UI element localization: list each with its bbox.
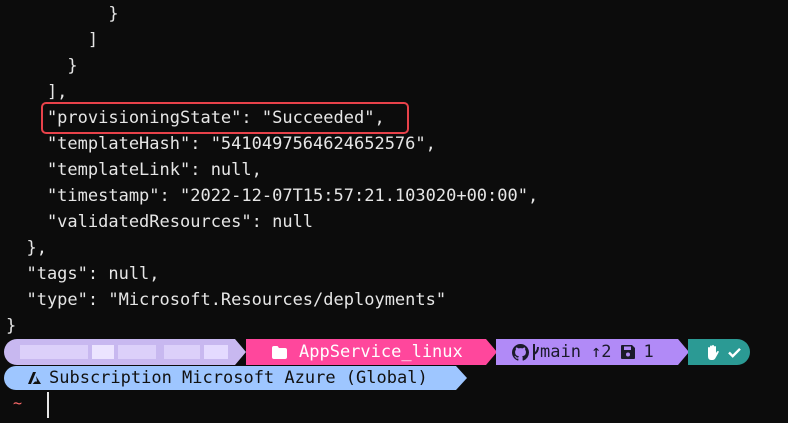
segment-separator <box>235 339 246 365</box>
json-line: } <box>6 4 119 24</box>
redacted-block <box>20 345 88 359</box>
segment-separator <box>456 366 467 390</box>
git-ahead-label: ↑2 <box>590 342 612 362</box>
json-line: "validatedResources": null <box>6 212 314 232</box>
redacted-block <box>204 345 228 359</box>
hand-icon <box>706 344 719 360</box>
redacted-block <box>118 345 156 359</box>
json-line: "timestamp": "2022-12-07T15:57:21.103020… <box>6 186 539 206</box>
json-line: "templateHash": "5410497564624652576", <box>6 134 436 154</box>
prompt-status-segment <box>688 339 750 365</box>
git-branch-label: main <box>540 342 581 362</box>
terminal-window[interactable]: } ] } ], "provisioningState": "Succeeded… <box>0 0 788 423</box>
folder-icon <box>272 345 287 359</box>
prompt-user-segment <box>4 339 235 365</box>
home-tilde: ~ <box>13 394 23 412</box>
prompt-path-segment: AppService_linux <box>246 339 486 365</box>
highlight-box <box>41 102 409 134</box>
prompt-path-label: AppService_linux <box>299 342 463 362</box>
redacted-block <box>164 345 200 359</box>
redacted-block <box>92 345 114 359</box>
prompt-subscription-segment: Subscription Microsoft Azure (Global) <box>4 366 456 390</box>
azure-icon <box>28 372 41 384</box>
check-icon <box>728 347 741 358</box>
branch-icon <box>531 343 540 361</box>
prompt-git-segment: main ↑2 1 <box>496 339 678 365</box>
json-line: "templateLink": null, <box>6 160 262 180</box>
save-icon <box>621 345 636 359</box>
text-cursor[interactable] <box>47 392 49 418</box>
github-icon <box>512 343 529 361</box>
json-line: }, <box>6 238 47 258</box>
json-line: } <box>6 56 78 76</box>
json-line: } <box>6 316 17 336</box>
json-line: "tags": null, <box>6 264 160 284</box>
subscription-label: Subscription Microsoft Azure (Global) <box>49 368 428 388</box>
json-line: ] <box>6 30 99 50</box>
json-line: "type": "Microsoft.Resources/deployments… <box>6 290 447 310</box>
git-stash-count: 1 <box>643 342 654 362</box>
